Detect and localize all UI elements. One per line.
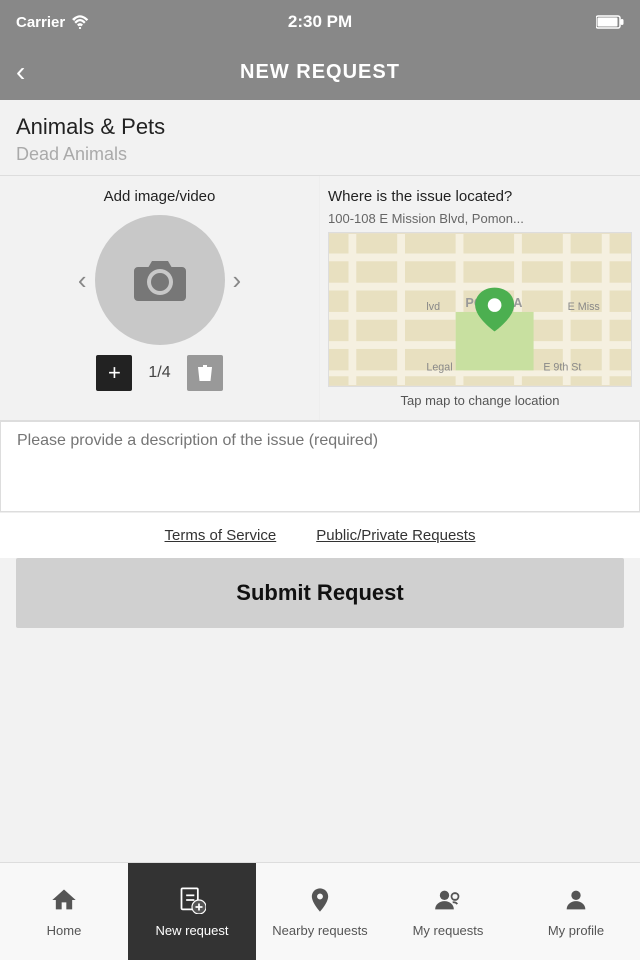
submit-request-button[interactable]: Submit Request [16, 558, 624, 628]
new-request-icon [178, 886, 206, 919]
tab-home-label: Home [47, 923, 82, 938]
map-svg: lvd POMONA E Miss Legal E 9th St [329, 233, 631, 386]
carrier-wifi: Carrier [16, 14, 89, 31]
my-requests-icon [434, 886, 462, 919]
map-panel: Where is the issue located? 100-108 E Mi… [320, 176, 640, 420]
battery-icon-container [596, 15, 624, 29]
tab-my-profile-label: My profile [548, 923, 604, 938]
image-panel-title: Add image/video [8, 188, 311, 205]
svg-text:Legal: Legal [426, 361, 452, 373]
wifi-icon [71, 15, 89, 29]
terms-of-service-link[interactable]: Terms of Service [165, 527, 277, 544]
image-panel: Add image/video ‹ › + 1/4 [0, 176, 320, 420]
status-time: 2:30 PM [288, 12, 352, 32]
profile-icon [562, 886, 590, 919]
tab-nearby-requests[interactable]: Nearby requests [256, 863, 384, 960]
image-carousel: ‹ › [8, 215, 311, 345]
trash-icon [195, 362, 215, 384]
camera-button[interactable] [95, 215, 225, 345]
image-controls: + 1/4 [8, 355, 311, 391]
status-bar: Carrier 2:30 PM [0, 0, 640, 44]
map-tap-hint: Tap map to change location [328, 393, 632, 408]
prev-image-button[interactable]: ‹ [74, 265, 91, 296]
tab-new-request-label: New request [156, 923, 229, 938]
page-title: NEW REQUEST [240, 61, 400, 84]
tab-my-profile[interactable]: My profile [512, 863, 640, 960]
map-address: 100-108 E Mission Blvd, Pomon... [328, 211, 632, 226]
nearby-icon [306, 886, 334, 919]
description-input[interactable] [17, 432, 623, 496]
category-section: Animals & Pets Dead Animals [0, 100, 640, 176]
next-image-button[interactable]: › [229, 265, 246, 296]
category-subtitle: Dead Animals [16, 144, 624, 165]
home-icon [50, 886, 78, 919]
add-image-button[interactable]: + [96, 355, 132, 391]
tab-new-request[interactable]: New request [128, 863, 256, 960]
svg-text:E 9th St: E 9th St [543, 361, 581, 373]
nav-header: ‹ NEW REQUEST [0, 44, 640, 100]
svg-text:lvd: lvd [426, 301, 440, 313]
tab-bar: Home New request Nearby requests [0, 862, 640, 960]
image-counter: 1/4 [148, 364, 170, 382]
battery-icon [596, 15, 624, 29]
map-view[interactable]: lvd POMONA E Miss Legal E 9th St [328, 232, 632, 387]
tab-my-requests-label: My requests [413, 923, 484, 938]
carrier-label: Carrier [16, 14, 65, 31]
map-panel-title: Where is the issue located? [328, 188, 632, 205]
tab-nearby-label: Nearby requests [272, 923, 367, 938]
public-private-link[interactable]: Public/Private Requests [316, 527, 475, 544]
tab-home[interactable]: Home [0, 863, 128, 960]
camera-icon [132, 255, 188, 305]
delete-image-button[interactable] [187, 355, 223, 391]
links-row: Terms of Service Public/Private Requests [0, 512, 640, 558]
back-button[interactable]: ‹ [16, 58, 25, 86]
main-panel: Add image/video ‹ › + 1/4 Where is [0, 176, 640, 421]
category-title: Animals & Pets [16, 114, 624, 140]
tab-my-requests[interactable]: My requests [384, 863, 512, 960]
svg-text:E Miss: E Miss [568, 301, 600, 313]
description-section [0, 421, 640, 512]
